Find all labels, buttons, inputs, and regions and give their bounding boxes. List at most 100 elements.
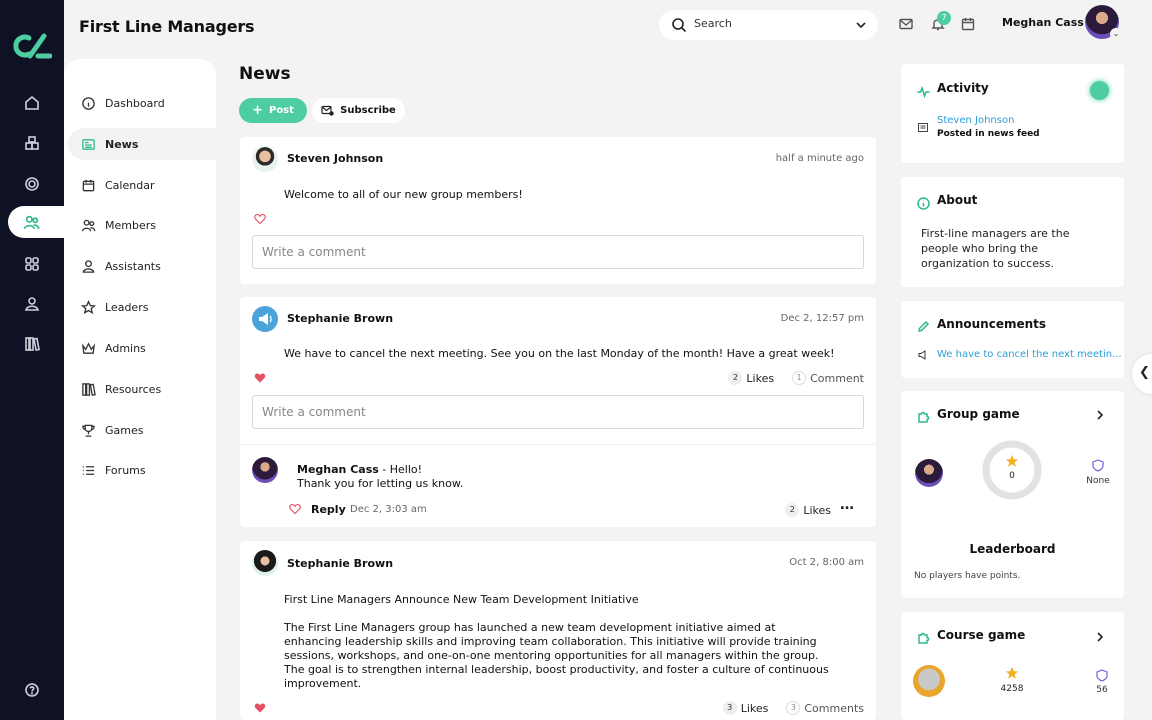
user-icon[interactable]	[20, 292, 44, 316]
sidebar-item-leaders[interactable]: Leaders	[68, 291, 216, 323]
sidebar-item-label: News	[105, 137, 139, 151]
reply-line-2: Thank you for letting us know.	[297, 477, 464, 490]
megaphone-icon	[918, 350, 926, 360]
sidebar-item-dashboard[interactable]: Dashboard	[68, 87, 216, 119]
announcements-title: Announcements	[937, 317, 1047, 331]
newspaper-icon	[918, 123, 928, 132]
app-rail	[0, 0, 72, 720]
rail-active-people[interactable]	[8, 206, 72, 238]
pencil-icon	[917, 318, 930, 332]
cube-icon[interactable]	[20, 131, 44, 155]
chevron-down-icon[interactable]: ⌄	[1110, 28, 1122, 40]
subscribe-button-label: Subscribe	[340, 105, 396, 116]
likes-link[interactable]: Likes	[746, 372, 774, 385]
post-body-line: enhancing leadership skills and improvin…	[284, 635, 817, 648]
comments-link[interactable]: Comment	[810, 372, 864, 385]
post-author[interactable]: Stephanie Brown	[287, 557, 393, 570]
leaderboard-title: Leaderboard	[969, 542, 1056, 556]
calendar-icon[interactable]	[960, 16, 976, 32]
reply-line-1: Hello!	[389, 463, 423, 476]
about-card: About First-line managers are the people…	[901, 177, 1124, 287]
home-icon[interactable]	[20, 91, 44, 115]
trophy-icon	[81, 423, 96, 438]
post-button[interactable]: + Post	[239, 98, 307, 123]
reply-separator: -	[378, 463, 390, 476]
comment-input[interactable]	[253, 396, 863, 428]
list-icon	[81, 463, 96, 478]
post-body-line: sessions, workshops, and one-on-one ment…	[284, 649, 819, 662]
collapse-panel-button[interactable]: ❮	[1132, 354, 1152, 394]
comments-count: 1	[792, 371, 807, 385]
post-body: The First Line Managers group has launch…	[284, 621, 829, 691]
more-options-icon[interactable]: …	[840, 497, 854, 513]
reply-avatar[interactable]	[252, 457, 278, 483]
megaphone-icon	[259, 313, 272, 325]
activity-title: Activity	[937, 81, 989, 95]
post-body-line: The First Line Managers group has launch…	[284, 621, 776, 634]
post-card: Stephanie Brown Oct 2, 8:00 am First Lin…	[240, 541, 876, 720]
apps-icon[interactable]	[20, 252, 44, 276]
author-avatar[interactable]	[252, 550, 278, 576]
chevron-down-icon[interactable]	[852, 16, 870, 34]
player-avatar[interactable]	[915, 459, 943, 487]
player-avatar[interactable]	[913, 665, 945, 697]
divider	[240, 444, 876, 445]
chevron-right-icon[interactable]	[1095, 631, 1105, 643]
comment-field[interactable]	[252, 235, 864, 269]
page-title: News	[239, 64, 291, 84]
target-icon[interactable]	[20, 172, 44, 196]
search-box[interactable]: Search	[659, 10, 878, 40]
post-author[interactable]: Steven Johnson	[287, 152, 383, 165]
newspaper-icon	[81, 137, 96, 152]
group-score: 0	[1009, 471, 1015, 481]
announcements-card: Announcements We have to cancel the next…	[901, 301, 1124, 378]
course-game-card: Course game 4258 56	[901, 612, 1124, 720]
post-author[interactable]: Stephanie Brown	[287, 312, 393, 325]
post-body-line: The goal is to strengthen internal leade…	[284, 663, 829, 676]
course-points: 4258	[1000, 684, 1024, 694]
reply-author[interactable]: Meghan Cass	[297, 463, 379, 476]
sidebar-item-calendar[interactable]: Calendar	[68, 169, 216, 201]
likes-link[interactable]: Likes	[741, 702, 769, 715]
sidebar-item-news[interactable]: News	[68, 128, 216, 160]
heart-outline-icon[interactable]	[254, 213, 266, 225]
chevron-right-icon[interactable]	[1095, 409, 1105, 421]
likes-count: 2	[785, 503, 800, 517]
announcement-link[interactable]: We have to cancel the next meetin...	[937, 349, 1122, 360]
group-sidebar: Dashboard News Calendar Members Assistan…	[64, 59, 216, 720]
user-name[interactable]: Meghan Cass	[1002, 16, 1084, 29]
mail-subscribe-icon	[321, 105, 334, 116]
sidebar-item-resources[interactable]: Resources	[68, 373, 216, 405]
sidebar-item-label: Dashboard	[105, 96, 165, 110]
heart-filled-icon[interactable]	[254, 702, 266, 714]
sidebar-item-forums[interactable]: Forums	[68, 454, 216, 486]
group-title: First Line Managers	[79, 17, 255, 36]
sidebar-item-label: Assistants	[105, 259, 161, 273]
comments-link[interactable]: Comments	[804, 702, 864, 715]
post-time: half a minute ago	[775, 153, 864, 164]
likes-link[interactable]: Likes	[803, 504, 831, 517]
heart-filled-icon[interactable]	[254, 372, 266, 384]
help-icon[interactable]	[20, 678, 44, 702]
sidebar-item-members[interactable]: Members	[68, 209, 216, 241]
mail-icon[interactable]	[898, 16, 914, 32]
post-button-label: Post	[268, 105, 294, 116]
activity-user-link[interactable]: Steven Johnson	[937, 115, 1014, 126]
brand-logo[interactable]	[12, 32, 52, 60]
sidebar-item-games[interactable]: Games	[68, 414, 216, 446]
reply-button[interactable]: Reply	[311, 503, 346, 516]
author-avatar[interactable]	[252, 306, 278, 332]
comment-input[interactable]	[253, 236, 863, 268]
search-icon	[672, 18, 687, 33]
likes-count: 2	[728, 371, 743, 385]
sidebar-item-label: Resources	[105, 382, 162, 396]
sidebar-item-assistants[interactable]: Assistants	[68, 250, 216, 282]
group-game-card: Group game 0 None Leaderboard No players…	[901, 391, 1124, 598]
subscribe-button[interactable]: Subscribe	[312, 98, 405, 123]
heart-outline-icon[interactable]	[289, 503, 301, 515]
library-icon[interactable]	[20, 332, 44, 356]
comment-field[interactable]	[252, 395, 864, 429]
sidebar-item-admins[interactable]: Admins	[68, 332, 216, 364]
post-body-line: improvement.	[284, 677, 362, 690]
author-avatar[interactable]	[252, 146, 278, 172]
